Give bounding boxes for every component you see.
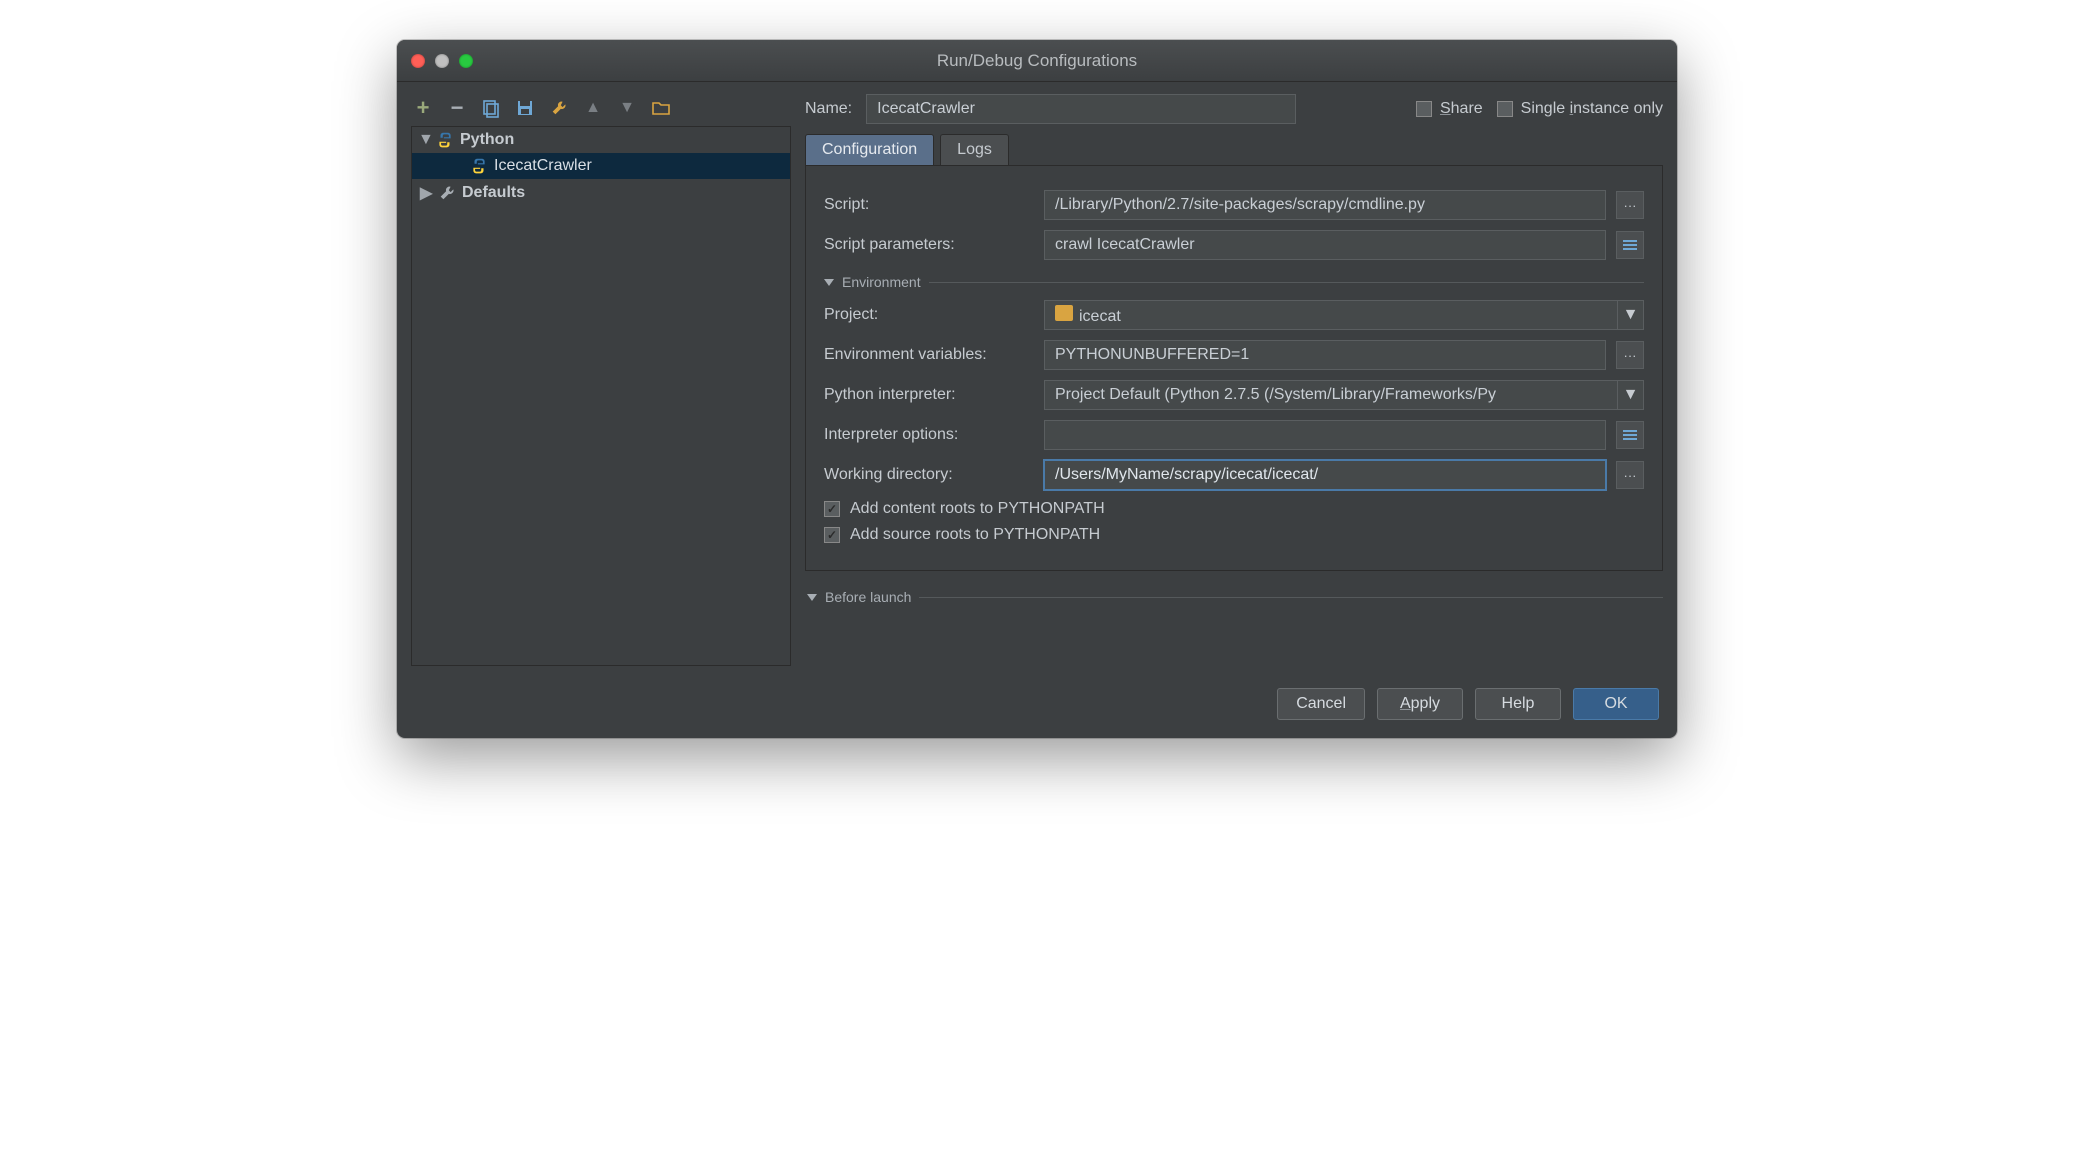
environment-label: Environment xyxy=(842,274,921,290)
titlebar: Run/Debug Configurations xyxy=(397,40,1677,82)
main-panel: Name: SSharehare Single instance onlySin… xyxy=(805,94,1663,666)
script-label: Script: xyxy=(824,196,1034,214)
python-icon xyxy=(470,157,488,175)
single-instance-label: Single instance onlySingle instance only xyxy=(1521,100,1663,118)
share-checkbox[interactable]: SSharehare xyxy=(1416,100,1483,118)
environment-section-header[interactable]: Environment xyxy=(824,274,1644,290)
add-source-roots-label: Add source roots to PYTHONPATH xyxy=(850,526,1100,544)
envvars-input[interactable] xyxy=(1044,340,1606,370)
configuration-panel: Script: ··· Script parameters: Environme… xyxy=(805,166,1663,571)
ok-button[interactable]: OK xyxy=(1573,688,1659,720)
share-label: SSharehare xyxy=(1440,100,1483,118)
browse-envvars-button[interactable]: ··· xyxy=(1616,341,1644,369)
move-down-icon[interactable]: ▼ xyxy=(617,98,637,118)
window-title: Run/Debug Configurations xyxy=(397,51,1677,71)
remove-config-icon[interactable]: − xyxy=(447,98,467,118)
browse-workdir-button[interactable]: ··· xyxy=(1616,461,1644,489)
add-source-roots-checkbox[interactable]: Add source roots to PYTHONPATH xyxy=(824,526,1644,544)
name-label: Name: xyxy=(805,100,852,118)
project-label: Project: xyxy=(824,306,1034,324)
project-select[interactable]: icecat ▼ xyxy=(1044,300,1644,330)
close-icon[interactable] xyxy=(411,54,425,68)
edit-defaults-icon[interactable] xyxy=(549,98,569,118)
interpreter-label: Python interpreter: xyxy=(824,386,1034,404)
move-up-icon[interactable]: ▲ xyxy=(583,98,603,118)
save-config-icon[interactable] xyxy=(515,98,535,118)
minimize-icon[interactable] xyxy=(435,54,449,68)
help-button[interactable]: Help xyxy=(1475,688,1561,720)
checkbox-icon xyxy=(824,527,840,543)
checkbox-icon xyxy=(1416,101,1432,117)
traffic-lights xyxy=(397,54,473,68)
browse-script-button[interactable]: ··· xyxy=(1616,191,1644,219)
tree-label: Python xyxy=(460,131,514,149)
maximize-icon[interactable] xyxy=(459,54,473,68)
interp-options-input[interactable] xyxy=(1044,420,1606,450)
dialog-window: Run/Debug Configurations + − ▲ ▼ xyxy=(397,40,1677,738)
collapse-icon xyxy=(807,594,817,601)
tree-label: Defaults xyxy=(462,184,525,202)
folder-icon[interactable] xyxy=(651,98,671,118)
script-input[interactable] xyxy=(1044,190,1606,220)
sidebar: + − ▲ ▼ ▼ xyxy=(411,94,791,666)
expand-icon: ▶ xyxy=(420,183,432,203)
expand-params-button[interactable] xyxy=(1616,231,1644,259)
script-params-label: Script parameters: xyxy=(824,236,1034,254)
chevron-down-icon: ▼ xyxy=(1617,301,1643,329)
interp-options-label: Interpreter options: xyxy=(824,426,1034,444)
workdir-input[interactable] xyxy=(1044,460,1606,490)
tab-logs[interactable]: Logs xyxy=(940,134,1009,165)
copy-config-icon[interactable] xyxy=(481,98,501,118)
checkbox-icon xyxy=(1497,101,1513,117)
checkbox-icon xyxy=(824,501,840,517)
tabs: Configuration Logs xyxy=(805,134,1663,166)
name-input[interactable] xyxy=(866,94,1296,124)
interpreter-value: Project Default (Python 2.7.5 (/System/L… xyxy=(1045,386,1617,404)
tree-node-icecatcrawler[interactable]: IcecatCrawler xyxy=(412,153,790,179)
add-content-roots-checkbox[interactable]: Add content roots to PYTHONPATH xyxy=(824,500,1644,518)
config-tree[interactable]: ▼ Python IcecatCrawler ▶ Defaults xyxy=(411,126,791,666)
expand-interp-options-button[interactable] xyxy=(1616,421,1644,449)
tree-node-python[interactable]: ▼ Python xyxy=(412,127,790,153)
before-launch-section-header[interactable]: Before launch xyxy=(805,589,1663,605)
add-content-roots-label: Add content roots to PYTHONPATH xyxy=(850,500,1105,518)
single-instance-checkbox[interactable]: Single instance onlySingle instance only xyxy=(1497,100,1663,118)
collapse-icon xyxy=(824,279,834,286)
tree-label: IcecatCrawler xyxy=(494,157,592,175)
tree-node-defaults[interactable]: ▶ Defaults xyxy=(412,179,790,207)
project-value: icecat xyxy=(1079,308,1121,325)
envvars-label: Environment variables: xyxy=(824,346,1034,364)
python-icon xyxy=(436,131,454,149)
dialog-button-bar: Cancel ApplyApply Help OK xyxy=(397,666,1677,738)
chevron-down-icon: ▼ xyxy=(1617,381,1643,409)
workdir-label: Working directory: xyxy=(824,466,1034,484)
before-launch-label: Before launch xyxy=(825,589,911,605)
collapse-icon: ▼ xyxy=(418,131,430,149)
config-toolbar: + − ▲ ▼ xyxy=(411,94,791,126)
cancel-button[interactable]: Cancel xyxy=(1277,688,1365,720)
wrench-icon xyxy=(438,184,456,202)
project-icon xyxy=(1055,305,1073,321)
add-config-icon[interactable]: + xyxy=(413,98,433,118)
tab-configuration[interactable]: Configuration xyxy=(805,134,934,165)
interpreter-select[interactable]: Project Default (Python 2.7.5 (/System/L… xyxy=(1044,380,1644,410)
apply-button[interactable]: ApplyApply xyxy=(1377,688,1463,720)
script-params-input[interactable] xyxy=(1044,230,1606,260)
